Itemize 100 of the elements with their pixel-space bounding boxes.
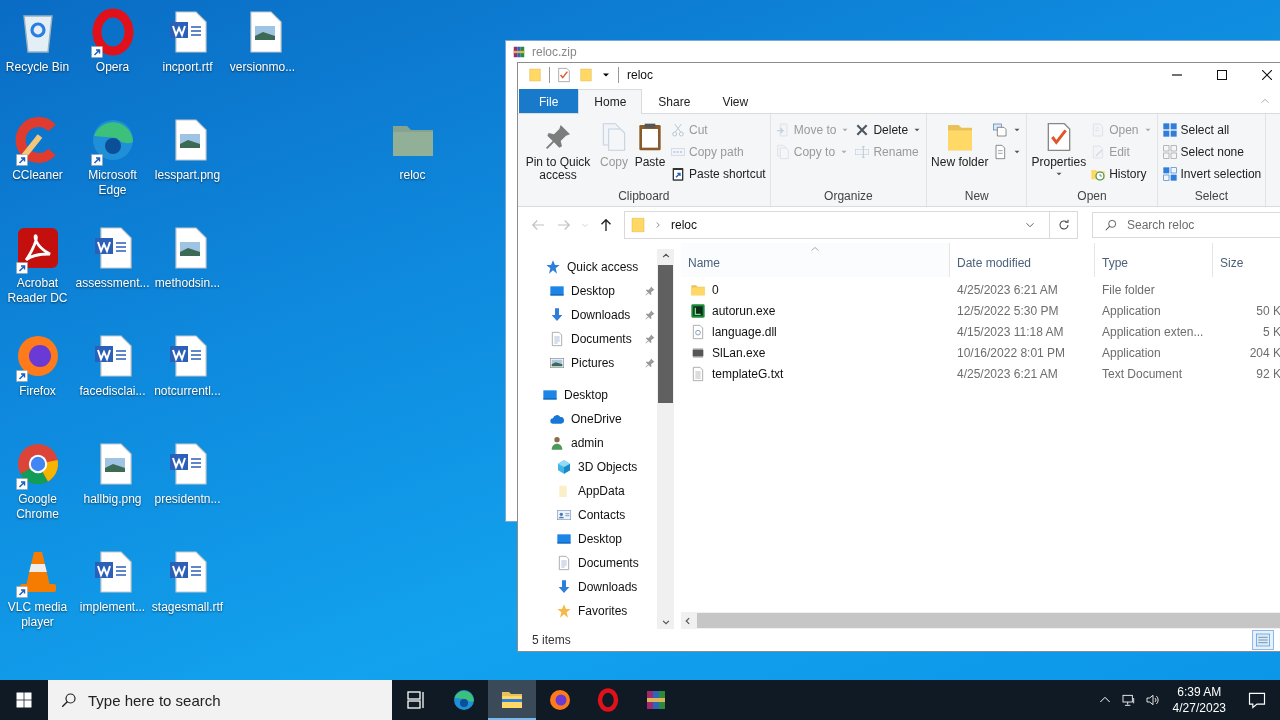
search-field[interactable]: Search reloc [1092, 212, 1280, 238]
maximize-icon [1216, 70, 1227, 80]
cube-icon [556, 459, 572, 475]
table-cell-text: 4/25/2023 6:21 AM [956, 366, 1059, 381]
clock-button[interactable]: 6:39 AM 4/27/2023 [1164, 684, 1234, 716]
file-name[interactable]: autorun.exe [712, 303, 776, 318]
file-name[interactable]: language.dll [712, 324, 777, 339]
search-icon [60, 691, 78, 709]
column-header[interactable]: Size [1213, 243, 1280, 277]
table-cell-text: 4/25/2023 6:21 AM [956, 282, 1059, 297]
nav-item[interactable]: Desktop [518, 527, 657, 551]
desktop-icon[interactable]: versionmo... [225, 8, 300, 92]
app-icon [548, 688, 572, 712]
rename-icon [854, 144, 871, 160]
nav-item[interactable]: Downloads [518, 575, 657, 599]
desktop-icon[interactable]: lesspart.png [150, 116, 225, 200]
star-icon [556, 603, 572, 619]
desktop-icon[interactable]: Microsoft Edge [75, 116, 150, 200]
shortcut-arrow-icon [90, 154, 103, 166]
monitor-icon [542, 387, 558, 403]
nav-item[interactable]: Pictures [518, 351, 657, 375]
archive-icon [512, 45, 526, 59]
details-view-button[interactable] [1252, 630, 1274, 650]
desktop-icon[interactable]: incport.rtf [150, 8, 225, 92]
table-cell-text: 50 K [1255, 303, 1280, 318]
ribbon-button[interactable]: Pin to Quick access [520, 117, 596, 189]
nav-item[interactable]: Documents [518, 551, 657, 575]
address-bar[interactable]: reloc [624, 211, 1078, 239]
ribbon-button[interactable]: Invert selection [1159, 163, 1264, 185]
ribbon-button[interactable]: New folder [929, 117, 991, 189]
ribbon-button[interactable]: Delete [852, 119, 925, 141]
file-name[interactable]: 0 [712, 282, 719, 297]
shortcut-arrow-icon [15, 478, 28, 490]
table-cell-text: Application [1101, 345, 1162, 360]
table-cell-text: Text Document [1101, 366, 1184, 381]
column-header[interactable]: Name [681, 243, 950, 277]
nav-item[interactable]: OneDrive [518, 407, 657, 431]
shortcut-arrow-icon [90, 46, 103, 58]
ribbon-button[interactable]: History [1088, 163, 1155, 185]
close-icon [1261, 70, 1272, 80]
network-icon [1120, 692, 1137, 708]
desktop-icon[interactable]: facedisclai... [75, 332, 150, 416]
desktop-icon[interactable]: Recycle Bin [0, 8, 75, 92]
text-file-icon [690, 365, 706, 382]
person-icon [549, 435, 565, 451]
ribbon-button[interactable]: Paste [632, 117, 668, 189]
column-header[interactable]: Date modified [950, 243, 1095, 277]
table-cell-text: 12/5/2022 5:30 PM [956, 303, 1060, 318]
nav-item[interactable]: 3D Objects [518, 455, 657, 479]
ribbon-tab[interactable]: Share [642, 89, 707, 113]
scroll-thumb[interactable] [658, 265, 673, 403]
file-tab[interactable]: File [519, 89, 579, 113]
ribbon-button[interactable]: Properties [1029, 117, 1089, 189]
ribbon-button[interactable]: Select none [1159, 141, 1264, 163]
new-item-icon [992, 122, 1009, 138]
nav-item[interactable]: Contacts [518, 503, 657, 527]
minimize-icon [1171, 74, 1182, 76]
app-icon [452, 688, 476, 712]
desktop-icon[interactable]: Firefox [0, 332, 75, 416]
download-arrow-icon [549, 307, 565, 323]
column-header[interactable]: Type [1095, 243, 1213, 277]
download-arrow-icon [556, 579, 572, 595]
ribbon-tab[interactable]: Home [578, 89, 643, 114]
document-icon [549, 331, 565, 347]
search-icon [1104, 218, 1118, 232]
desktop-icon[interactable]: Acrobat Reader DC [0, 224, 75, 308]
notification-icon [1247, 690, 1267, 710]
nav-item[interactable]: Favorites [518, 599, 657, 623]
nav-item[interactable]: Desktop [518, 383, 657, 407]
details-view-icon [1255, 632, 1271, 648]
scissors-icon [670, 122, 686, 138]
nav-item[interactable]: AppData [518, 479, 657, 503]
scrollbar[interactable] [657, 249, 674, 629]
nav-item[interactable]: admin [518, 431, 657, 455]
ribbon-tab[interactable]: View [706, 89, 765, 113]
desktop-icon[interactable]: Opera [75, 8, 150, 92]
breadcrumb[interactable]: reloc [669, 218, 699, 232]
picture-icon [549, 355, 565, 371]
properties-icon [556, 67, 572, 83]
settings-file-icon [690, 323, 706, 340]
monitor-icon [556, 531, 572, 547]
nav-item[interactable]: Documents [518, 327, 657, 351]
search-field[interactable]: Type here to search [48, 680, 392, 720]
ribbon-button[interactable]: Paste shortcut [668, 163, 768, 185]
move-icon [774, 122, 791, 138]
file-name[interactable]: templateG.txt [712, 366, 784, 381]
nav-item[interactable]: Downloads [518, 303, 657, 327]
desktop-icon[interactable]: CCleaner [0, 116, 75, 200]
file-name[interactable]: SlLan.exe [712, 345, 766, 360]
nav-item[interactable]: Quick access [518, 255, 657, 279]
nav-item[interactable]: Desktop [518, 279, 657, 303]
desktop-icon[interactable]: notcurrentl... [150, 332, 225, 416]
desktop-icon[interactable]: reloc [375, 116, 450, 200]
select-none-icon [1161, 144, 1178, 160]
table-cell-text: Application exten... [1101, 324, 1205, 339]
taskbar-app[interactable] [488, 680, 536, 720]
desktop-icon[interactable]: methodsin... [150, 224, 225, 308]
ribbon-button[interactable]: Select all [1159, 119, 1264, 141]
desktop-icon[interactable]: assessment... [75, 224, 150, 308]
window-title: reloc.zip [532, 45, 577, 59]
